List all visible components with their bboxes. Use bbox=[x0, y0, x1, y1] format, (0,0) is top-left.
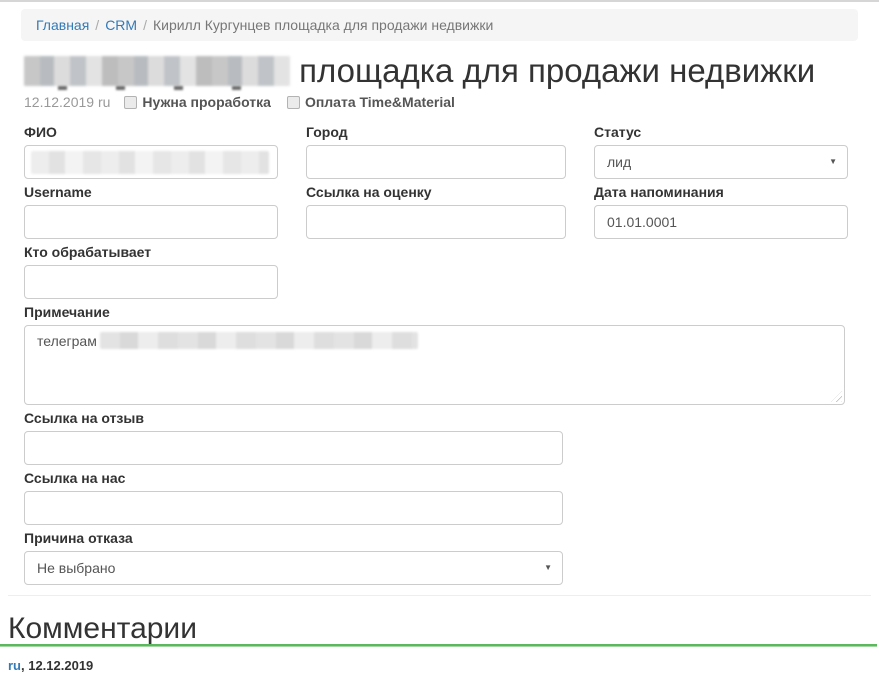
breadcrumb: Главная/CRM/Кирилл Кургунцев площадка дл… bbox=[21, 9, 858, 41]
us-link-label: Ссылка на нас bbox=[24, 470, 855, 487]
redacted-fio-blur bbox=[31, 151, 269, 174]
meta-row: 12.12.2019 ru Нужна проработка Оплата Ti… bbox=[24, 94, 855, 110]
fio-field-group: ФИО bbox=[24, 124, 278, 179]
refusal-reason-selected-value: Не выбрано bbox=[37, 558, 115, 578]
handler-label: Кто обрабатывает bbox=[24, 244, 278, 261]
comment-date: , 12.12.2019 bbox=[21, 658, 93, 673]
breadcrumb-link-crm[interactable]: CRM bbox=[105, 17, 137, 33]
note-textarea[interactable]: телеграм bbox=[24, 325, 845, 405]
refusal-reason-select[interactable]: Не выбрано ▼ bbox=[24, 551, 563, 585]
breadcrumb-current: Кирилл Кургунцев площадка для продажи не… bbox=[153, 17, 493, 33]
resize-handle-icon[interactable] bbox=[831, 391, 842, 402]
reminder-date-field-group: Дата напоминания bbox=[594, 184, 848, 239]
needs-work-checkbox[interactable] bbox=[124, 96, 137, 109]
status-label: Статус bbox=[594, 124, 848, 141]
us-link-input[interactable] bbox=[24, 491, 563, 525]
breadcrumb-separator: / bbox=[137, 17, 153, 33]
page-title-text: площадка для продажи недвижки bbox=[299, 52, 815, 89]
needs-work-checkbox-group[interactable]: Нужна проработка bbox=[124, 94, 271, 110]
payment-checkbox[interactable] bbox=[287, 96, 300, 109]
refusal-reason-label: Причина отказа bbox=[24, 530, 855, 547]
handler-field-group: Кто обрабатывает bbox=[24, 244, 278, 299]
caret-down-icon: ▼ bbox=[544, 558, 552, 578]
note-label: Примечание bbox=[24, 304, 855, 321]
section-divider bbox=[8, 595, 871, 596]
city-input[interactable] bbox=[306, 145, 566, 179]
needs-work-label: Нужна проработка bbox=[142, 94, 271, 110]
comment-author-link[interactable]: ru bbox=[8, 658, 21, 673]
us-link-field-group: Ссылка на нас bbox=[24, 470, 855, 525]
username-input[interactable] bbox=[24, 205, 278, 239]
status-selected-value: лид bbox=[607, 152, 631, 172]
payment-checkbox-group[interactable]: Оплата Time&Material bbox=[287, 94, 455, 110]
lead-form: ФИО Город Статус лид ▼ Username Ссылка н… bbox=[24, 124, 855, 585]
comment-meta: ru, 12.12.2019 bbox=[8, 658, 879, 673]
username-field-group: Username bbox=[24, 184, 278, 239]
score-link-input[interactable] bbox=[306, 205, 566, 239]
payment-label: Оплата Time&Material bbox=[305, 94, 455, 110]
review-link-input[interactable] bbox=[24, 431, 563, 465]
handler-input[interactable] bbox=[24, 265, 278, 299]
fio-input[interactable] bbox=[24, 145, 278, 179]
redacted-name-descenders bbox=[58, 86, 282, 90]
caret-down-icon: ▼ bbox=[829, 152, 837, 172]
refusal-reason-field-group: Причина отказа Не выбрано ▼ bbox=[24, 530, 855, 585]
status-field-group: Статус лид ▼ bbox=[594, 124, 848, 179]
page-title: площадка для продажи недвижки bbox=[24, 53, 855, 90]
review-link-field-group: Ссылка на отзыв bbox=[24, 410, 855, 465]
city-label: Город bbox=[306, 124, 566, 141]
score-link-field-group: Ссылка на оценку bbox=[306, 184, 566, 239]
username-label: Username bbox=[24, 184, 278, 201]
breadcrumb-separator: / bbox=[89, 17, 105, 33]
redacted-note-blur bbox=[100, 332, 418, 349]
reminder-date-label: Дата напоминания bbox=[594, 184, 848, 201]
comment-panel-top-border bbox=[0, 644, 877, 646]
note-visible-text: телеграм bbox=[37, 333, 97, 349]
city-field-group: Город bbox=[306, 124, 566, 179]
created-date-lang: 12.12.2019 ru bbox=[24, 94, 110, 110]
fio-label: ФИО bbox=[24, 124, 278, 141]
breadcrumb-link-home[interactable]: Главная bbox=[36, 17, 89, 33]
review-link-label: Ссылка на отзыв bbox=[24, 410, 855, 427]
score-link-label: Ссылка на оценку bbox=[306, 184, 566, 201]
status-select[interactable]: лид ▼ bbox=[594, 145, 848, 179]
reminder-date-input[interactable] bbox=[594, 205, 848, 239]
redacted-name-blur bbox=[24, 56, 290, 86]
comments-section-title: Комментарии bbox=[8, 612, 879, 646]
note-field-group: Примечание телеграм bbox=[24, 304, 855, 405]
